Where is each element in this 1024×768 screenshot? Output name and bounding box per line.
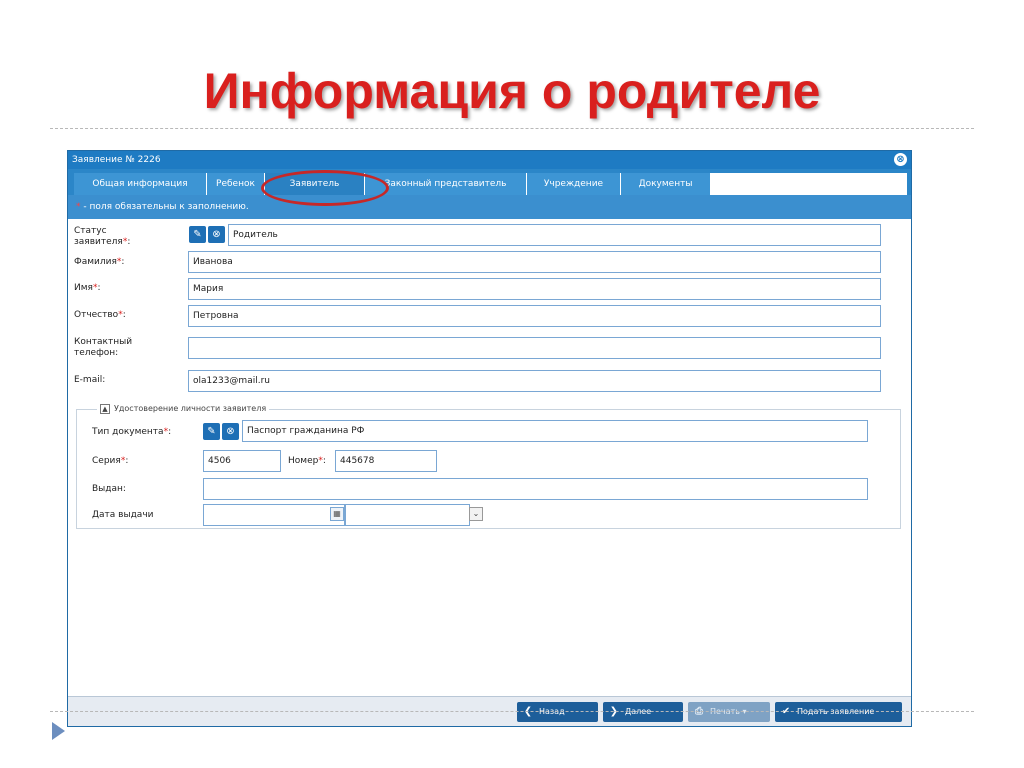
email-input[interactable]: ola1233@mail.ru (188, 370, 881, 392)
window-title: Заявление № 2226 (72, 155, 161, 165)
edit-icon[interactable]: ✎ (189, 226, 206, 243)
chevron-left-icon: ❮ (523, 706, 533, 717)
issue-time-select[interactable] (345, 504, 470, 526)
tab-bar-empty (711, 173, 907, 195)
clear-icon[interactable]: ⊗ (208, 226, 225, 243)
calendar-icon[interactable]: ▦ (330, 507, 344, 521)
submit-application-button[interactable]: ✔ Подать заявление (775, 702, 902, 722)
tab-bar: Общая информация Ребенок Заявитель Закон… (68, 169, 911, 206)
surname-input[interactable]: Иванова (188, 251, 881, 273)
close-icon[interactable]: ⊗ (894, 153, 907, 166)
clear-doc-icon[interactable]: ⊗ (222, 423, 239, 440)
surname-label: Фамилия*: (74, 257, 125, 267)
applicant-form: Статус заявителя*: ✎ ⊗ Родитель Фамилия*… (68, 219, 911, 679)
email-label: E-mail: (74, 375, 106, 385)
application-window: Заявление № 2226 ⊗ Общая информация Ребе… (67, 150, 912, 727)
slide: Информация о родителе Заявление № 2226 ⊗… (0, 0, 1024, 768)
name-label: Имя*: (74, 283, 101, 293)
tab-general-info[interactable]: Общая информация (74, 173, 207, 195)
issue-date-input[interactable] (203, 504, 345, 526)
tab-institution[interactable]: Учреждение (527, 173, 621, 195)
identity-fieldset: ▲ Удостоверение личности заявителя Тип до… (76, 403, 901, 529)
patronymic-input[interactable]: Петровна (188, 305, 881, 327)
divider-top (50, 128, 974, 129)
notice-text: - поля обязательны к заполнению. (80, 202, 249, 212)
issue-date-label: Дата выдачи (92, 510, 154, 520)
edit-doc-icon[interactable]: ✎ (203, 423, 220, 440)
divider-bottom (50, 711, 974, 712)
status-field[interactable]: Родитель (228, 224, 881, 246)
tab-documents[interactable]: Документы (621, 173, 711, 195)
back-button[interactable]: ❮ Назад (517, 702, 598, 722)
tab-legal-representative[interactable]: Законный представитель (365, 173, 527, 195)
phone-input[interactable] (188, 337, 881, 359)
series-label: Серия*: (92, 456, 129, 466)
patronymic-label: Отчество*: (74, 310, 126, 320)
collapse-icon[interactable]: ▲ (100, 403, 110, 414)
number-input[interactable]: 445678 (335, 450, 437, 472)
tab-highlight-ellipse (261, 170, 389, 206)
phone-label: Контактный телефон: (74, 337, 133, 358)
slide-title: Информация о родителе (203, 63, 821, 119)
name-input[interactable]: Мария (188, 278, 881, 300)
series-input[interactable]: 4506 (203, 450, 281, 472)
doc-type-field[interactable]: Паспорт гражданина РФ (242, 420, 868, 442)
printer-icon: ⎙ (695, 706, 703, 717)
print-button[interactable]: ⎙ Печать ▾ (688, 702, 770, 722)
required-fields-notice: * - поля обязательны к заполнению. (68, 195, 911, 219)
issued-by-label: Выдан: (92, 484, 126, 494)
doc-type-label: Тип документа*: (92, 427, 172, 437)
status-label: Статус заявителя*: (74, 226, 131, 247)
window-titlebar: Заявление № 2226 ⊗ (68, 151, 911, 169)
next-button[interactable]: ❯ Далее (603, 702, 683, 722)
chevron-down-icon[interactable]: ⌄ (469, 507, 483, 521)
tab-child[interactable]: Ребенок (207, 173, 265, 195)
issued-by-input[interactable] (203, 478, 868, 500)
check-circle-icon: ✔ (781, 706, 791, 717)
chevron-right-icon: ❯ (609, 706, 619, 717)
identity-legend: ▲ Удостоверение личности заявителя (97, 403, 270, 415)
bullet-triangle-icon (52, 722, 65, 740)
number-label: Номер*: (288, 456, 326, 466)
